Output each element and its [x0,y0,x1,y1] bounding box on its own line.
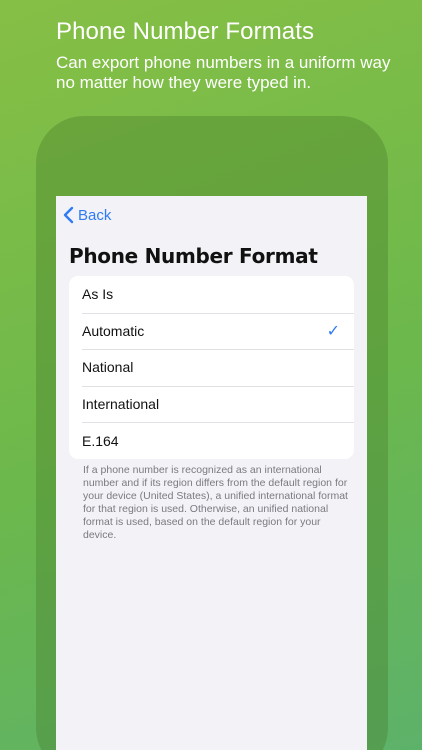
option-label: International [82,396,160,413]
option-label: E.164 [82,432,119,449]
format-options-list: As Is Automatic ✓ National International… [69,276,354,459]
option-national[interactable]: National [69,349,354,386]
chevron-left-icon [63,206,74,224]
option-label: National [82,359,134,376]
back-label: Back [78,206,112,224]
page-title: Phone Number Format [69,244,318,268]
option-international[interactable]: International [69,385,354,423]
option-label: As Is [82,286,114,303]
back-button[interactable]: Back [62,204,111,226]
phone-screen: Back Phone Number Format As Is Automatic… [56,196,367,750]
option-label: Automatic [82,322,145,339]
option-as-is[interactable]: As Is [69,276,354,313]
format-footnote: If a phone number is recognized as an in… [83,464,348,541]
checkmark-icon: ✓ [326,322,340,340]
option-automatic[interactable]: Automatic ✓ [69,312,354,350]
promo-headline: Phone Number Formats [56,18,315,45]
promo-subline: Can export phone numbers in a uniform wa… [56,53,391,92]
option-e164[interactable]: E.164 [69,422,354,459]
